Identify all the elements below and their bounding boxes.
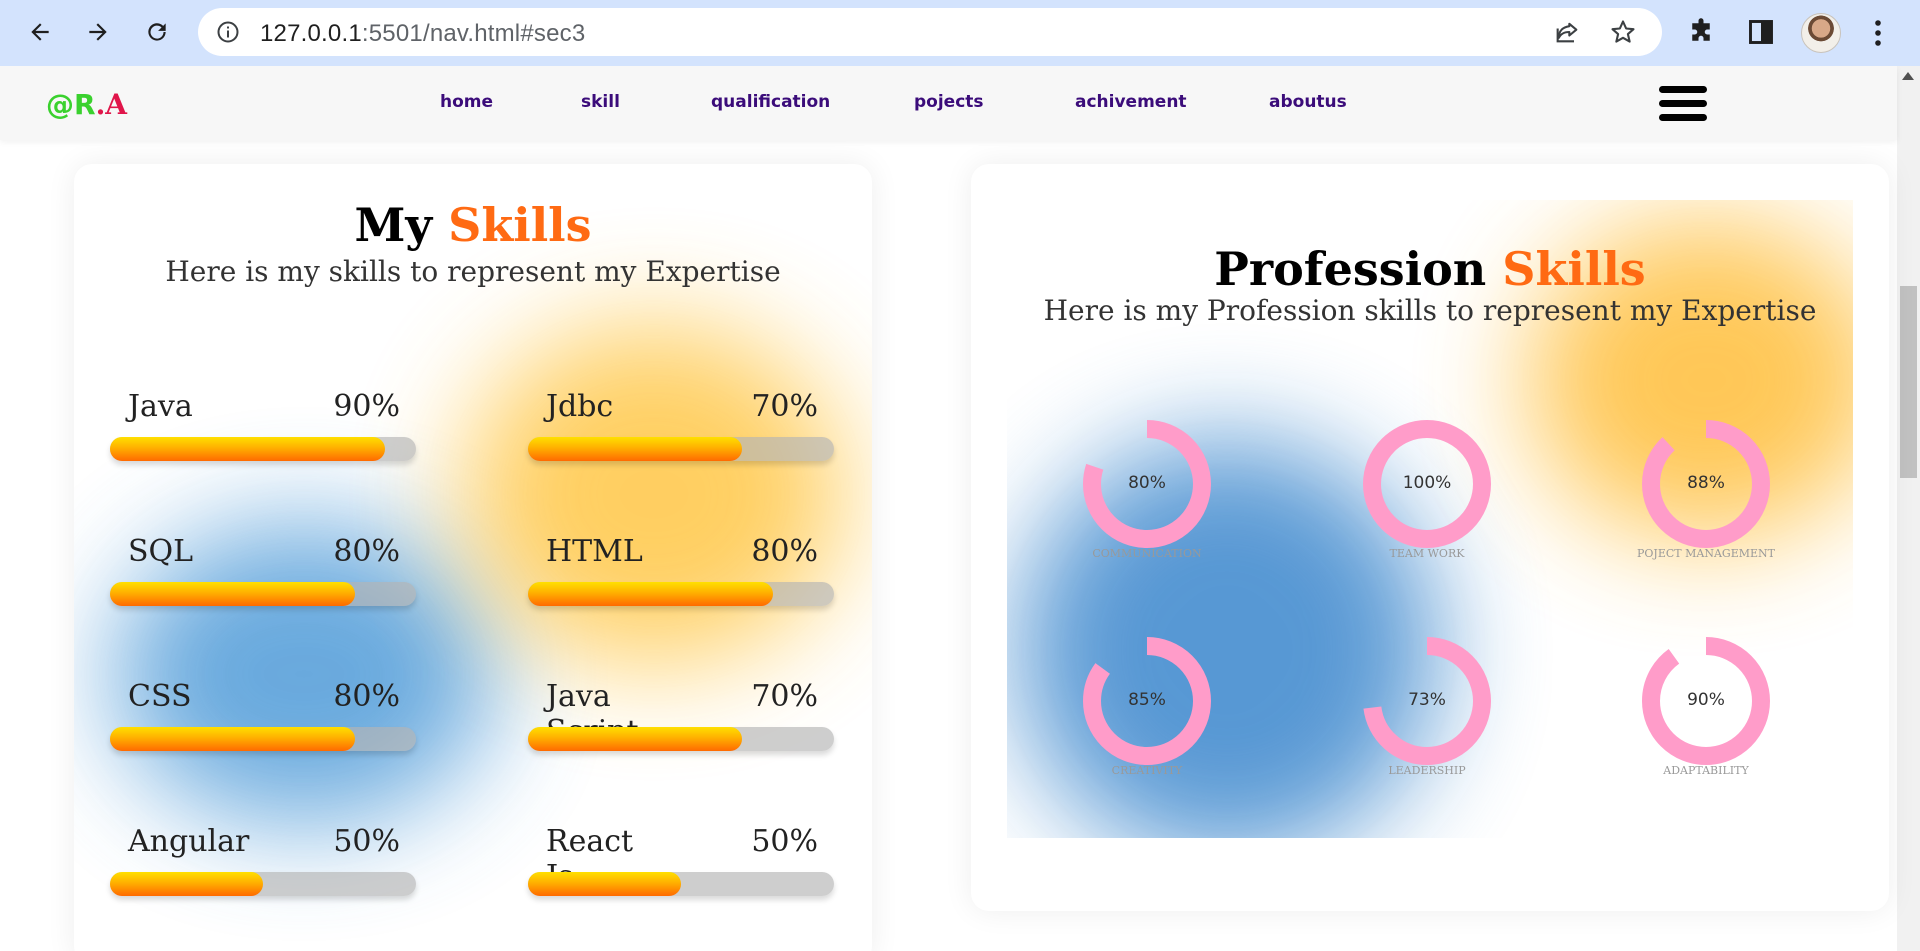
skill-bar-fill (110, 872, 263, 896)
skill-bar-fill (528, 437, 743, 461)
side-panel-icon[interactable] (1747, 18, 1775, 46)
info-icon[interactable] (216, 20, 240, 44)
skill-bar-track (110, 872, 416, 896)
skill-bar-track (528, 872, 834, 896)
page-viewport: @R.A home skill qualification pojects ac… (0, 66, 1920, 951)
scrollbar-thumb[interactable] (1900, 286, 1917, 478)
profession-title-plain: Profession (1214, 242, 1487, 296)
url-text[interactable]: 127.0.0.1:5501/nav.html#sec3 (260, 20, 585, 48)
profession-title-accent: Skills (1502, 242, 1646, 296)
arrow-right-icon (89, 23, 107, 41)
hamburger-menu-icon[interactable] (1659, 86, 1707, 126)
page-scrollbar[interactable] (1897, 66, 1920, 951)
skill-percent: 80% (751, 534, 818, 569)
ring-skill-name: POJECT MANAGEMENT (1637, 547, 1775, 560)
bookmark-star-icon[interactable] (1609, 18, 1637, 46)
skill-bar-track (528, 727, 834, 751)
skill-percent: 80% (333, 679, 400, 714)
background-orange-blob (464, 324, 844, 664)
profile-avatar[interactable] (1801, 13, 1841, 53)
nav-link-home[interactable]: home (440, 92, 493, 112)
scroll-up-arrow-icon[interactable] (1902, 72, 1914, 80)
skill-bar-track (110, 727, 416, 751)
skill-bar-fill (110, 727, 355, 751)
nav-link-achievement[interactable]: achivement (1075, 92, 1187, 112)
url-host: 127.0.0.1 (260, 20, 362, 47)
skill-bar-fill (110, 437, 386, 461)
background-blue-blob (114, 524, 494, 824)
skill-name: Angular (128, 824, 250, 859)
ring-skill-name: CREATIVITY (1111, 764, 1183, 777)
skill-bar-fill (528, 582, 773, 606)
skill-bar-fill (528, 727, 743, 751)
ring-percent: 80% (1128, 473, 1166, 493)
skill-bar-track (528, 582, 834, 606)
profession-title: Profession Skills (1007, 242, 1853, 296)
share-icon[interactable] (1553, 18, 1581, 46)
logo-part2: .A (95, 88, 128, 121)
skills-subtitle: Here is my skills to represent my Expert… (165, 255, 781, 288)
skill-percent: 90% (333, 389, 400, 424)
my-skills-card: My Skills Here is my skills to represent… (74, 164, 872, 951)
skill-percent: 50% (751, 824, 818, 859)
skill-bar-track (110, 582, 416, 606)
skill-bar-track (528, 437, 834, 461)
skills-title-accent: Skills (448, 198, 592, 252)
reload-icon (148, 23, 166, 41)
skills-title: My Skills (74, 198, 872, 252)
ring-skill-name: ADAPTABILITY (1663, 764, 1749, 777)
browser-toolbar: 127.0.0.1:5501/nav.html#sec3 (0, 0, 1920, 66)
skill-percent: 70% (751, 679, 818, 714)
ring-percent: 88% (1687, 473, 1725, 493)
ring-skill-name: TEAM WORK (1389, 547, 1465, 560)
reload-button[interactable] (137, 12, 177, 52)
logo-part1: @R (46, 88, 96, 121)
skills-title-plain: My (354, 198, 433, 252)
skill-name: Java (128, 389, 193, 424)
skill-bar-fill (528, 872, 681, 896)
skill-bar-fill (110, 582, 355, 606)
back-button[interactable] (20, 12, 60, 52)
profession-subtitle: Here is my Profession skills to represen… (1043, 294, 1817, 327)
nav-link-qualification[interactable]: qualification (711, 92, 830, 112)
nav-link-aboutus[interactable]: aboutus (1269, 92, 1347, 112)
more-vertical-icon[interactable] (1868, 18, 1888, 48)
skill-percent: 70% (751, 389, 818, 424)
ring-percent: 100% (1402, 473, 1452, 493)
url-path: :5501/nav.html#sec3 (361, 20, 586, 47)
ring-skill-name: COMMUNICATION (1092, 547, 1202, 560)
ring-skill-name: LEADERSHIP (1388, 764, 1466, 777)
arrow-left-icon (31, 23, 49, 41)
ring-percent: 73% (1408, 690, 1446, 710)
skill-name: CSS (128, 679, 192, 714)
site-navbar: @R.A home skill qualification pojects ac… (0, 66, 1897, 140)
skill-name: Jdbc (546, 389, 614, 424)
skill-name: SQL (128, 534, 194, 569)
address-bar[interactable]: 127.0.0.1:5501/nav.html#sec3 (198, 8, 1662, 56)
skill-bar-track (110, 437, 416, 461)
skill-percent: 80% (333, 534, 400, 569)
site-logo[interactable]: @R.A (46, 88, 127, 121)
nav-link-projects[interactable]: pojects (914, 92, 984, 112)
profession-skills-panel: Profession Skills Here is my Profession … (1007, 200, 1853, 838)
skill-percent: 50% (333, 824, 400, 859)
forward-button[interactable] (78, 12, 118, 52)
ring-percent: 90% (1687, 690, 1725, 710)
nav-link-skill[interactable]: skill (581, 92, 620, 112)
extensions-puzzle-icon[interactable] (1686, 17, 1716, 47)
ring-percent: 85% (1128, 690, 1166, 710)
profession-skills-card: Profession Skills Here is my Profession … (971, 164, 1889, 911)
skill-name: HTML (546, 534, 643, 569)
